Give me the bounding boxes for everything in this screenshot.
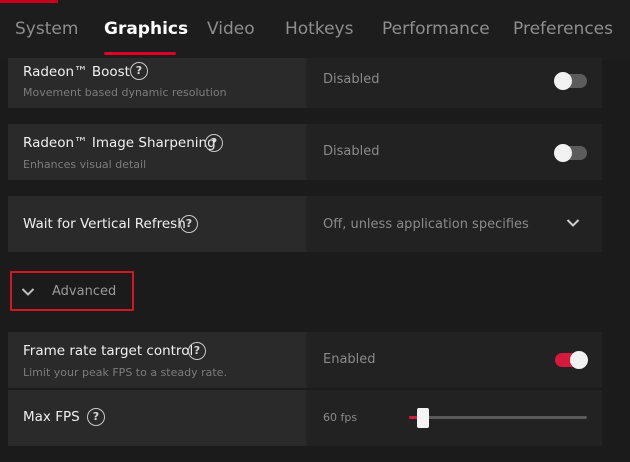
help-icon[interactable]: ? — [130, 62, 148, 80]
chevron-down-icon — [21, 288, 35, 296]
vertical-refresh-dropdown[interactable]: Off, unless application specifies — [307, 196, 602, 252]
help-icon[interactable]: ? — [205, 134, 223, 152]
setting-control-cell: Enabled — [307, 332, 602, 388]
setting-label-cell: Max FPS ? — [8, 390, 305, 446]
setting-title: Wait for Vertical Refresh — [23, 216, 186, 232]
help-icon[interactable]: ? — [180, 215, 198, 233]
frame-rate-control-toggle[interactable] — [555, 351, 588, 369]
setting-subtitle: Enhances visual detail — [23, 158, 147, 171]
image-sharpening-toggle[interactable] — [554, 144, 587, 162]
tab-graphics[interactable]: Graphics — [104, 19, 188, 39]
chevron-down-icon — [566, 219, 580, 227]
setting-label-cell: Wait for Vertical Refresh ? — [8, 196, 305, 252]
setting-title: Radeon™ Boost — [23, 64, 130, 80]
setting-vertical-refresh: Wait for Vertical Refresh ? Off, unless … — [8, 196, 602, 252]
toggle-knob — [554, 72, 572, 90]
top-tab-bar: System Graphics Video Hotkeys Performanc… — [0, 0, 630, 60]
tab-hotkeys[interactable]: Hotkeys — [285, 19, 353, 39]
setting-value: Disabled — [323, 144, 380, 159]
setting-label-cell: Radeon™ Image Sharpening ? Enhances visu… — [8, 124, 305, 180]
tab-system[interactable]: System — [15, 19, 78, 39]
active-tab-indicator — [104, 52, 176, 55]
setting-subtitle: Movement based dynamic resolution — [23, 86, 227, 99]
top-accent-bar — [0, 0, 58, 3]
setting-frame-rate-control: Frame rate target control ? Limit your p… — [8, 332, 602, 388]
setting-title: Frame rate target control — [23, 343, 194, 359]
tab-performance[interactable]: Performance — [382, 19, 490, 39]
setting-control-cell: Disabled — [307, 124, 602, 180]
setting-radeon-boost: Radeon™ Boost ? Movement based dynamic r… — [8, 58, 602, 108]
max-fps-value: 60 fps — [323, 411, 358, 424]
radeon-boost-toggle[interactable] — [554, 72, 587, 90]
max-fps-slider-thumb[interactable] — [417, 408, 430, 428]
help-icon[interactable]: ? — [188, 342, 206, 360]
setting-title: Max FPS — [23, 409, 80, 425]
advanced-toggle-button[interactable]: Advanced — [10, 271, 134, 311]
toggle-knob — [570, 351, 588, 369]
setting-label-cell: Radeon™ Boost ? Movement based dynamic r… — [8, 58, 305, 108]
advanced-label: Advanced — [52, 284, 117, 299]
setting-title: Radeon™ Image Sharpening — [23, 135, 216, 151]
toggle-knob — [554, 144, 572, 162]
setting-control-cell: 60 fps — [307, 390, 602, 446]
help-icon[interactable]: ? — [87, 408, 105, 426]
setting-max-fps: Max FPS ? 60 fps — [8, 390, 602, 446]
setting-label-cell: Frame rate target control ? Limit your p… — [8, 332, 305, 388]
setting-control-cell: Disabled — [307, 58, 602, 108]
frame-rate-group: Frame rate target control ? Limit your p… — [8, 332, 602, 446]
setting-subtitle: Limit your peak FPS to a steady rate. — [23, 366, 227, 379]
setting-value: Disabled — [323, 72, 380, 87]
tab-video[interactable]: Video — [207, 19, 255, 39]
max-fps-slider-track[interactable] — [409, 416, 587, 419]
setting-value: Enabled — [323, 352, 376, 367]
setting-image-sharpening: Radeon™ Image Sharpening ? Enhances visu… — [8, 124, 602, 180]
dropdown-value: Off, unless application specifies — [323, 217, 529, 232]
tab-preferences[interactable]: Preferences — [513, 19, 613, 39]
